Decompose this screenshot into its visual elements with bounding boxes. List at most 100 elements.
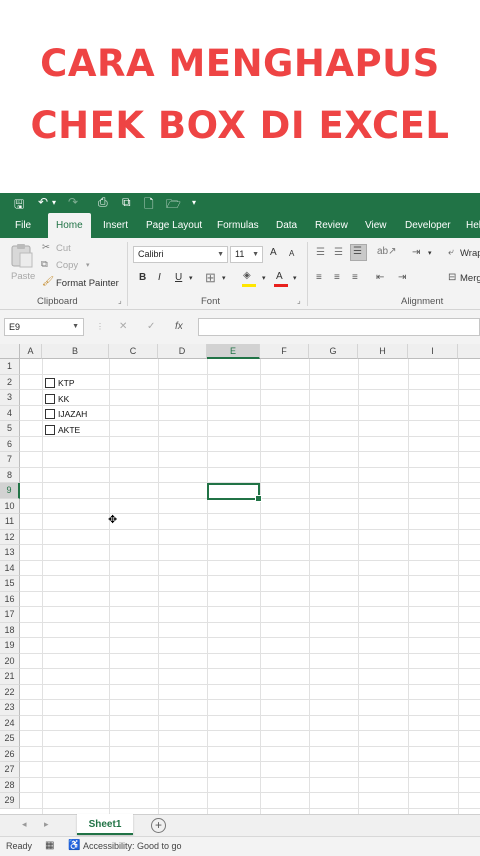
column-header-e[interactable]: E (207, 344, 260, 359)
fill-color-icon[interactable]: ◈ (243, 270, 251, 281)
checkbox-label-kk[interactable]: KK (58, 394, 69, 404)
row-header-26[interactable]: 26 (0, 746, 20, 762)
align-right-icon[interactable]: ≡ (352, 272, 358, 283)
checkbox-label-ijazah[interactable]: IJAZAH (58, 409, 87, 419)
row-header-23[interactable]: 23 (0, 700, 20, 716)
row-header-28[interactable]: 28 (0, 777, 20, 793)
column-header-d[interactable]: D (158, 344, 207, 359)
row-header-29[interactable]: 29 (0, 793, 20, 809)
orientation-icon[interactable]: ab↗ (377, 246, 397, 257)
row-header-15[interactable]: 15 (0, 576, 20, 592)
borders-dropdown-icon[interactable]: ▾ (222, 274, 226, 282)
accessibility-icon[interactable]: ♿ (68, 840, 80, 851)
row-header-22[interactable]: 22 (0, 684, 20, 700)
italic-button[interactable]: I (158, 272, 161, 283)
font-launcher-icon[interactable]: ⌟ (297, 296, 301, 305)
row-header-6[interactable]: 6 (0, 436, 20, 452)
column-header-i[interactable]: I (408, 344, 458, 359)
checkbox-label-ktp[interactable]: KTP (58, 378, 75, 388)
grow-font-button[interactable]: A (270, 247, 277, 258)
tab-developer[interactable]: Developer (405, 213, 451, 238)
paste-button[interactable]: Paste (8, 242, 36, 286)
row-header-27[interactable]: 27 (0, 762, 20, 778)
row-header-10[interactable]: 10 (0, 498, 20, 514)
copy-button[interactable]: Copy (56, 260, 78, 271)
merge-center-icon[interactable]: ⊟ (448, 272, 456, 283)
sheet-tab-sheet1[interactable]: Sheet1 (77, 814, 133, 835)
row-header-20[interactable]: 20 (0, 653, 20, 669)
checkbox-label-akte[interactable]: AKTE (58, 425, 80, 435)
copy-dropdown-icon[interactable]: ▾ (86, 261, 90, 269)
tab-data[interactable]: Data (276, 213, 297, 238)
borders-icon[interactable]: ⊞ (205, 270, 216, 286)
macro-record-icon[interactable]: ▦ (45, 840, 54, 851)
row-header-19[interactable]: 19 (0, 638, 20, 654)
row-header-17[interactable]: 17 (0, 607, 20, 623)
column-header-h[interactable]: H (358, 344, 408, 359)
row-header-5[interactable]: 5 (0, 421, 20, 437)
merge-center-button[interactable]: Merg (460, 273, 480, 284)
align-top-icon[interactable]: ☰ (316, 247, 325, 258)
shrink-font-button[interactable]: A (289, 249, 294, 258)
bold-button[interactable]: B (139, 272, 146, 283)
row-header-21[interactable]: 21 (0, 669, 20, 685)
column-header-b[interactable]: B (42, 344, 109, 359)
tab-insert[interactable]: Insert (103, 213, 128, 238)
row-header-3[interactable]: 3 (0, 390, 20, 406)
row-header-4[interactable]: 4 (0, 405, 20, 421)
worksheet-grid[interactable]: A B C D E F G H I 1 2 3 4 5 6 7 8 9 10 11 12 13 14 15 1… (0, 344, 480, 814)
accessibility-status[interactable]: Accessibility: Good to go (83, 841, 182, 851)
name-box[interactable]: E9 ▼ (4, 318, 84, 336)
print-icon[interactable]: ⎙ (98, 195, 108, 210)
row-header-25[interactable]: 25 (0, 731, 20, 747)
column-header-f[interactable]: F (260, 344, 309, 359)
redo-icon[interactable]: ↷ (68, 195, 78, 209)
row-header-12[interactable]: 12 (0, 529, 20, 545)
enter-icon[interactable]: ✓ (147, 321, 155, 332)
underline-button[interactable]: U (175, 272, 182, 283)
undo-dropdown-icon[interactable]: ▾ (52, 198, 56, 207)
drag-handle-icon[interactable]: ⋮ (96, 322, 104, 331)
row-header-14[interactable]: 14 (0, 560, 20, 576)
format-painter-icon[interactable]: 🖌 (42, 276, 54, 287)
row-header-8[interactable]: 8 (0, 467, 20, 483)
tab-file[interactable]: File (15, 213, 31, 238)
sheet-scroll-left-icon[interactable]: ◂ (22, 819, 27, 830)
sheet-scroll-right-icon[interactable]: ▸ (44, 819, 49, 830)
row-header-7[interactable]: 7 (0, 452, 20, 468)
column-header-c[interactable]: C (109, 344, 158, 359)
font-color-icon[interactable]: A (276, 271, 283, 282)
cancel-icon[interactable]: ✕ (119, 321, 127, 332)
active-cell-e9[interactable] (207, 483, 262, 502)
row-header-1[interactable]: 1 (0, 359, 20, 375)
column-header-a[interactable]: A (20, 344, 42, 359)
column-header-g[interactable]: G (309, 344, 358, 359)
row-header-24[interactable]: 24 (0, 715, 20, 731)
tab-review[interactable]: Review (315, 213, 348, 238)
indent-icon[interactable]: ⇥ (412, 247, 420, 258)
undo-icon[interactable]: ↶ (38, 195, 48, 209)
font-size-select[interactable]: 11 ▼ (230, 246, 263, 263)
tab-view[interactable]: View (365, 213, 387, 238)
checkbox-kk[interactable] (45, 394, 55, 404)
checkbox-akte[interactable] (45, 425, 55, 435)
fill-dropdown-icon[interactable]: ▾ (262, 274, 266, 282)
copy-icon[interactable]: ⧉ (41, 259, 48, 270)
align-left-icon[interactable]: ≡ (316, 272, 322, 283)
insert-function-icon[interactable]: fx (175, 321, 183, 332)
tab-home[interactable]: Home (48, 213, 91, 238)
increase-indent-icon[interactable]: ⇥ (398, 272, 406, 283)
clipboard-launcher-icon[interactable]: ⌟ (118, 296, 122, 305)
font-name-select[interactable]: Calibri ▼ (133, 246, 228, 263)
decrease-indent-icon[interactable]: ⇤ (376, 272, 384, 283)
tab-page-layout[interactable]: Page Layout (146, 213, 202, 238)
preview-icon[interactable]: ⧉ (122, 195, 131, 210)
font-color-dropdown-icon[interactable]: ▾ (293, 274, 297, 282)
wrap-text-icon[interactable]: ⤶ (448, 247, 454, 258)
checkbox-ktp[interactable] (45, 378, 55, 388)
align-center-icon[interactable]: ≡ (334, 272, 340, 283)
row-header-18[interactable]: 18 (0, 622, 20, 638)
cut-button[interactable]: Cut (56, 243, 71, 254)
cut-icon[interactable]: ✂ (42, 242, 50, 253)
format-painter-button[interactable]: Format Painter (56, 278, 119, 289)
